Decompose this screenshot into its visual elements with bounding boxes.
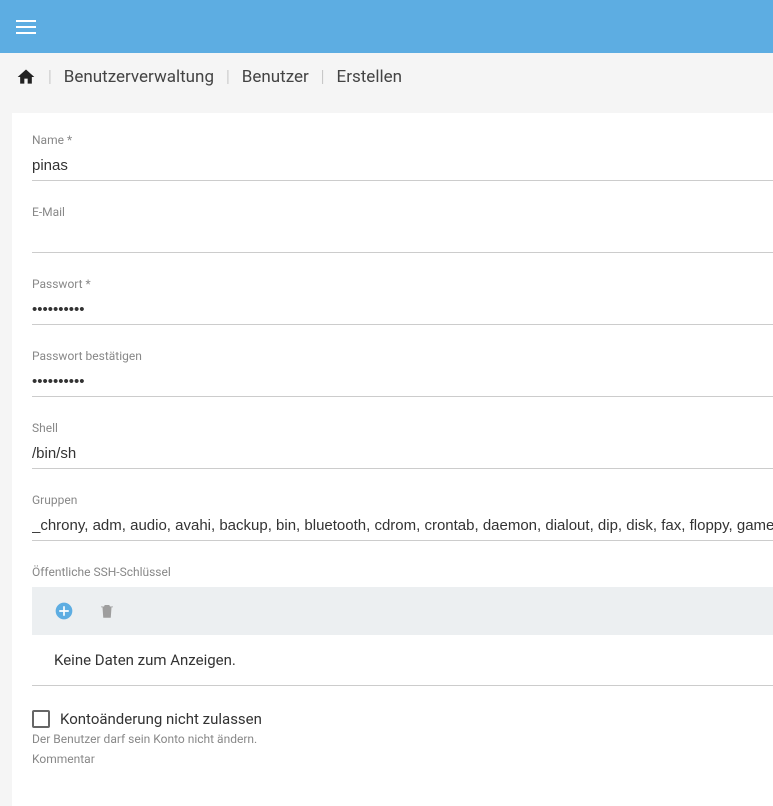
password-field: Passwort * [32,277,773,325]
ssh-empty-text: Keine Daten zum Anzeigen. [32,635,773,686]
disallow-change-row: Kontoänderung nicht zulassen [32,710,773,728]
name-field: Name * [32,133,773,181]
breadcrumb: | Benutzerverwaltung | Benutzer | Erstel… [0,53,773,101]
name-label: Name * [32,133,773,147]
breadcrumb-sep: | [48,67,52,87]
password-confirm-field: Passwort bestätigen [32,349,773,397]
password-confirm-input[interactable] [32,367,773,397]
shell-input[interactable] [32,439,773,469]
breadcrumb-item[interactable]: Erstellen [337,67,402,87]
ssh-label: Öffentliche SSH-Schlüssel [32,565,773,579]
password-input[interactable] [32,295,773,325]
ssh-section: Öffentliche SSH-Schlüssel Keine Daten zu… [32,565,773,686]
groups-label: Gruppen [32,493,773,507]
breadcrumb-item[interactable]: Benutzer [242,67,309,87]
plus-circle-icon[interactable] [54,601,74,621]
email-input[interactable] [32,223,773,253]
breadcrumb-sep: | [321,67,325,87]
hamburger-icon[interactable] [16,20,36,34]
disallow-change-helper: Der Benutzer darf sein Konto nicht änder… [32,732,773,746]
password-confirm-label: Passwort bestätigen [32,349,773,363]
groups-field: Gruppen [32,493,773,541]
ssh-toolbar [32,587,773,635]
comment-label: Kommentar [32,752,773,766]
breadcrumb-sep: | [226,67,230,87]
disallow-change-checkbox[interactable] [32,710,50,728]
breadcrumb-item[interactable]: Benutzerverwaltung [64,67,214,87]
trash-icon[interactable] [98,601,116,621]
disallow-change-label: Kontoänderung nicht zulassen [60,710,262,728]
shell-label: Shell [32,421,773,435]
shell-field: Shell [32,421,773,469]
groups-input[interactable] [32,511,773,541]
name-input[interactable] [32,151,773,181]
password-label: Passwort * [32,277,773,291]
top-bar [0,0,773,53]
email-field: E-Mail [32,205,773,253]
home-icon[interactable] [16,67,36,87]
email-label: E-Mail [32,205,773,219]
form-card: Name * E-Mail Passwort * Passwort bestät… [12,113,773,806]
